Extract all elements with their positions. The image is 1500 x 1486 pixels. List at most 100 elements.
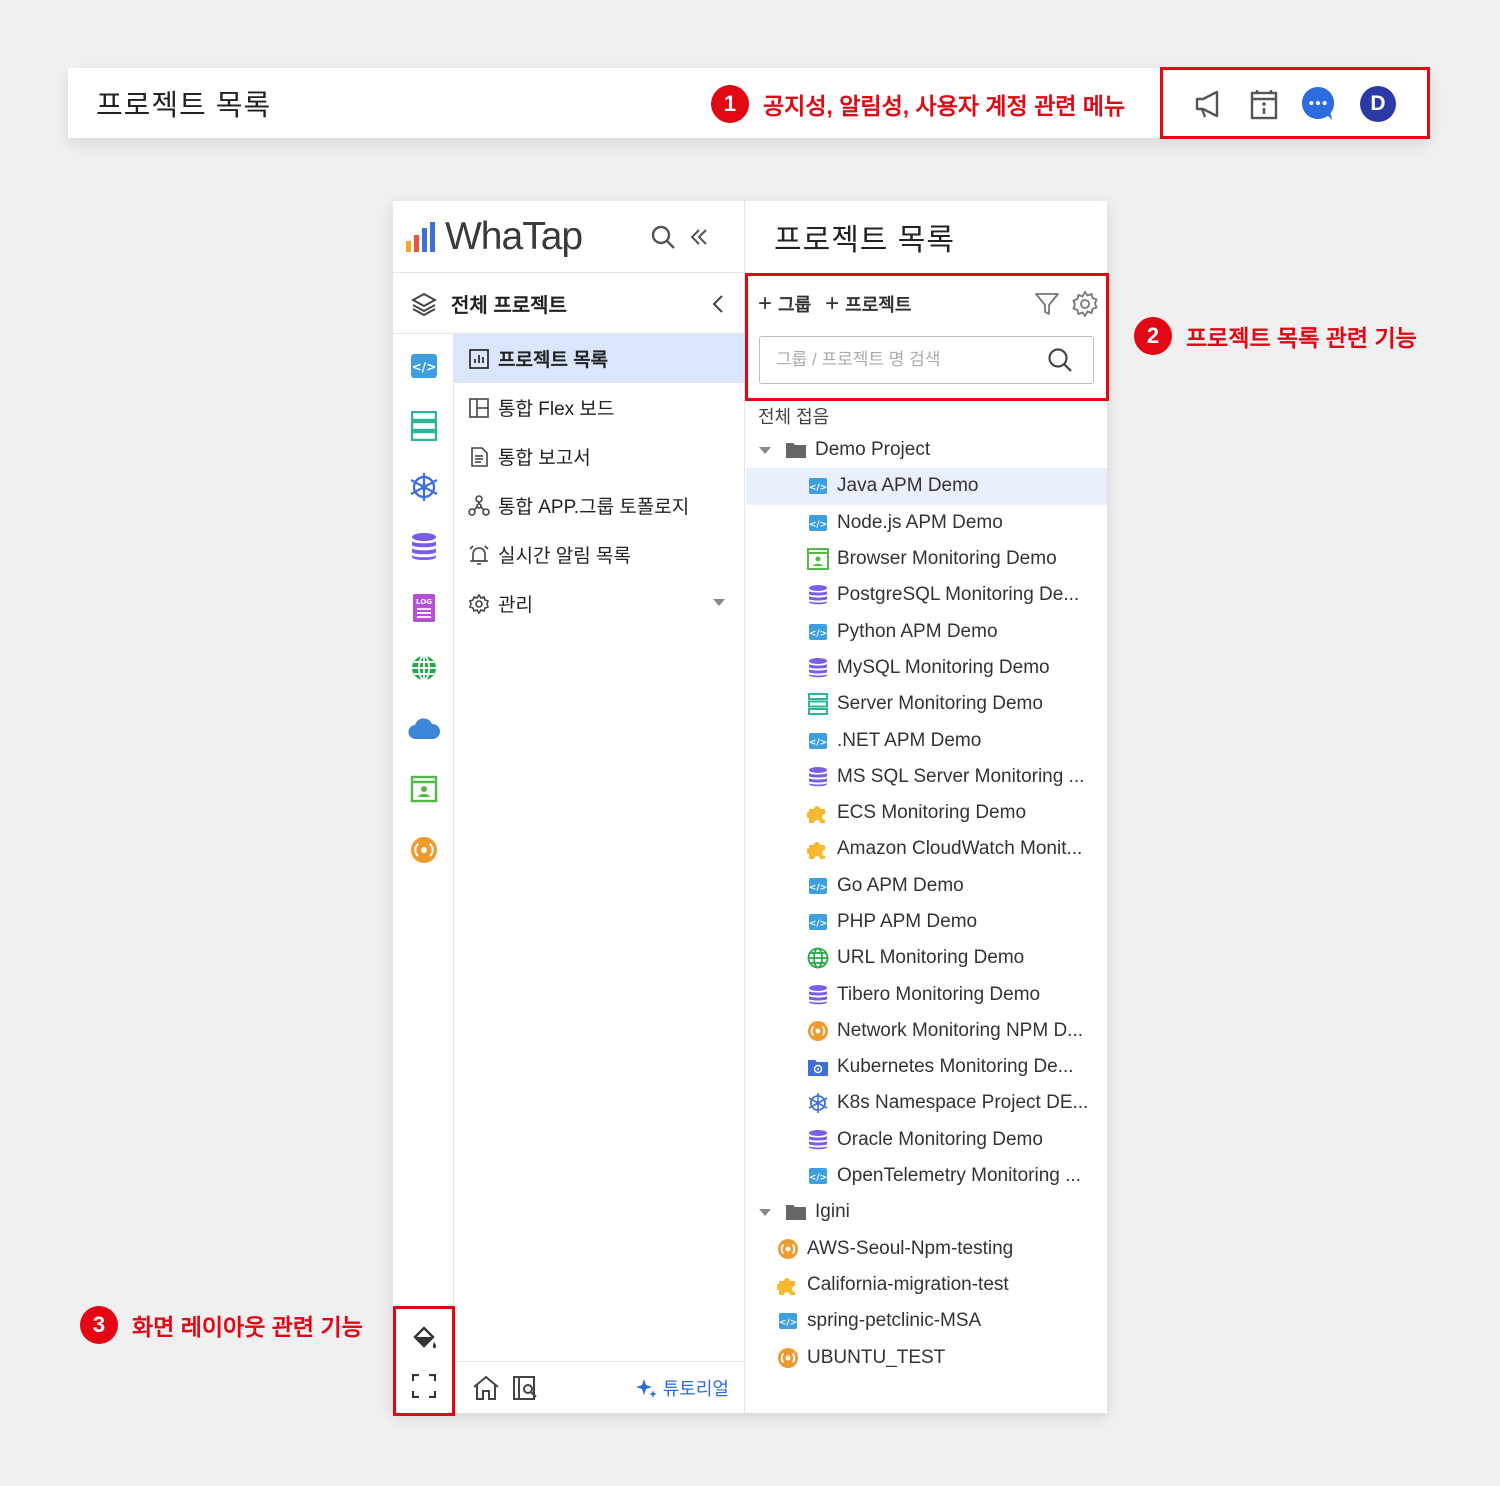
tree-project-row[interactable]: California-migration-test [746,1267,1107,1303]
home-icon[interactable] [472,1375,500,1401]
apm-icon: </> [807,730,829,752]
log-icon[interactable]: LOG [408,592,440,624]
tree-project-row[interactable]: K8s Namespace Project DE... [746,1085,1107,1121]
apm-icon: </> [807,512,829,534]
project-name: spring-petclinic-MSA [807,1310,982,1332]
menu-item-label: 관리 [498,595,533,616]
logo-row: WhaTap [393,201,745,273]
network-icon[interactable] [408,834,440,866]
svg-text:</>: </> [809,629,827,639]
kubernetes-icon[interactable] [408,471,440,503]
apm-icon: </> [807,875,829,897]
tree-project-row[interactable]: Tibero Monitoring Demo [746,976,1107,1012]
tree-project-row[interactable]: URL Monitoring Demo [746,940,1107,976]
tree-project-row[interactable]: </> OpenTelemetry Monitoring ... [746,1158,1107,1194]
menu-item-flex-board[interactable]: 통합 Flex 보드 [454,383,745,432]
tree-project-row[interactable]: </> spring-petclinic-MSA [746,1303,1107,1339]
project-name: PostgreSQL Monitoring De... [837,584,1080,606]
tree-group-row[interactable]: Demo Project [746,432,1107,468]
callout-text: 화면 레이아웃 관련 기능 [132,1314,363,1340]
layers-icon [411,291,437,317]
caret-down-icon[interactable] [759,1208,771,1216]
document-icon [468,446,490,468]
project-tree: Demo Project </> Java APM Demo </> Node.js A… [746,432,1107,1376]
svg-text:</>: </> [779,1318,797,1328]
tree-project-row[interactable]: AWS-Seoul-Npm-testing [746,1231,1107,1267]
svg-text:</>: </> [809,1173,827,1183]
report-search-icon[interactable] [512,1375,540,1401]
whatap-logo-icon [405,221,437,253]
tree-project-row[interactable]: </> Python APM Demo [746,613,1107,649]
browser-icon[interactable] [408,773,440,805]
tree-project-row[interactable]: MS SQL Server Monitoring ... [746,759,1107,795]
tree-project-row[interactable]: Kubernetes Monitoring De... [746,1049,1107,1085]
tree-project-row[interactable]: </> Node.js APM Demo [746,505,1107,541]
tree-project-row[interactable]: Server Monitoring Demo [746,686,1107,722]
apm-icon: </> [807,621,829,643]
chevron-down-icon[interactable] [713,599,725,606]
cloud-icon[interactable] [408,713,440,745]
tree-project-row[interactable]: Browser Monitoring Demo [746,541,1107,577]
callout-number: 3 [80,1306,118,1344]
project-name: Python APM Demo [837,620,998,642]
megaphone-icon[interactable] [1191,86,1227,122]
server-icon[interactable] [408,410,440,442]
tree-project-row[interactable]: PostgreSQL Monitoring De... [746,577,1107,613]
collapse-all-button[interactable]: 전체 접음 [758,403,829,429]
db-icon [807,766,829,788]
sidebar-menu: 프로젝트 목록 통합 Flex 보드 통합 보고서 통합 APP.그룹 토폴로지… [454,334,745,628]
chat-icon[interactable] [1300,86,1336,122]
project-scope-selector[interactable]: 전체 프로젝트 [393,274,745,334]
tree-project-row[interactable]: Network Monitoring NPM D... [746,1013,1107,1049]
tree-group-row[interactable]: Igini [746,1194,1107,1230]
tutorial-link[interactable]: 튜토리얼 [635,1375,729,1401]
tree-project-row[interactable]: MySQL Monitoring Demo [746,650,1107,686]
project-name: Amazon CloudWatch Monit... [837,838,1083,860]
menu-item-alarms[interactable]: 실시간 알림 목록 [454,530,745,579]
collapse-sidebar-icon[interactable] [688,226,710,248]
sidebar: WhaTap 전체 프로젝트 </> LOG 프로젝트 목록 통합 Flex 보… [393,201,745,1413]
tree-project-row[interactable]: Amazon CloudWatch Monit... [746,831,1107,867]
search-icon[interactable] [650,224,676,250]
tree-project-row[interactable]: </> Go APM Demo [746,868,1107,904]
project-name: Go APM Demo [837,874,964,896]
tree-project-row[interactable]: ECS Monitoring Demo [746,795,1107,831]
server-icon [807,693,829,716]
chevron-left-icon[interactable] [711,294,725,314]
project-name: AWS-Seoul-Npm-testing [807,1237,1014,1259]
tree-project-row[interactable]: UBUNTU_TEST [746,1339,1107,1375]
project-name: Java APM Demo [837,475,979,497]
url-icon[interactable] [408,652,440,684]
project-name: Kubernetes Monitoring De... [837,1056,1074,1078]
menu-item-management[interactable]: 관리 [454,579,745,628]
sidebar-footer: 튜토리얼 [454,1361,745,1413]
notice-board-icon[interactable] [1246,86,1282,122]
puzzle-icon [777,1274,799,1296]
layout-icon [468,397,490,419]
project-name: Network Monitoring NPM D... [837,1019,1084,1041]
product-rail: </> LOG [393,334,454,1413]
caret-down-icon[interactable] [759,446,771,454]
tree-project-row[interactable]: </> .NET APM Demo [746,722,1107,758]
project-name: MS SQL Server Monitoring ... [837,765,1085,787]
tree-project-row[interactable]: </> Java APM Demo [746,468,1107,505]
menu-item-report[interactable]: 통합 보고서 [454,432,745,481]
network-icon [777,1347,799,1369]
svg-text:</>: </> [809,738,827,748]
whatap-logo-text: WhaTap [445,214,583,258]
svg-text:</>: </> [809,520,827,530]
db-icon [807,584,829,606]
sparkle-icon [635,1377,657,1399]
callout-number: 2 [1134,317,1172,355]
database-icon[interactable] [408,531,440,563]
folder-icon [785,439,807,461]
network-icon [807,1020,829,1042]
page-title: 프로젝트 목록 [96,90,272,122]
apm-icon[interactable]: </> [408,350,440,382]
tree-project-row[interactable]: Oracle Monitoring Demo [746,1122,1107,1158]
menu-item-topology[interactable]: 통합 APP.그룹 토폴로지 [454,481,745,530]
menu-item-project-list[interactable]: 프로젝트 목록 [454,334,745,383]
network-icon [777,1238,799,1260]
tree-project-row[interactable]: </> PHP APM Demo [746,904,1107,940]
user-avatar[interactable]: D [1360,86,1396,122]
